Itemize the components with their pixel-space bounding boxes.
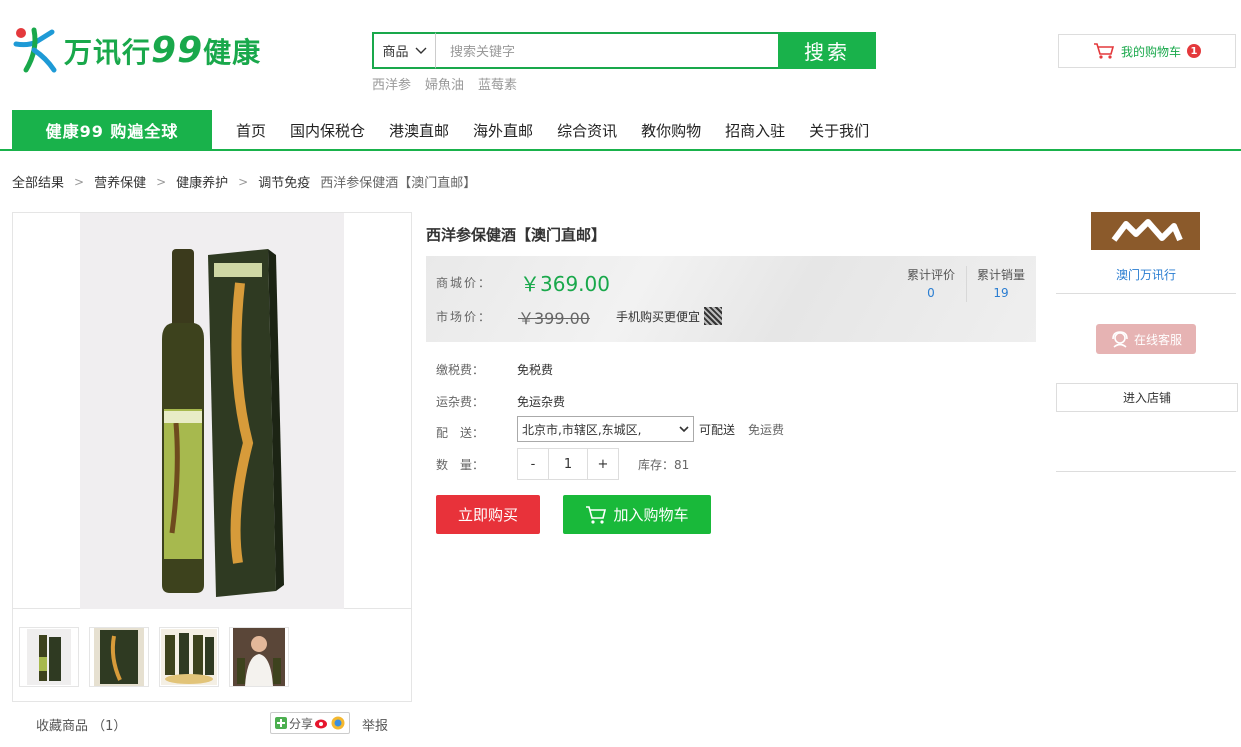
divider bbox=[1056, 293, 1236, 294]
online-service-button[interactable]: 在线客服 bbox=[1096, 324, 1196, 354]
main-nav: 健康99 购遍全球 首页 国内保税仓 港澳直邮 海外直邮 综合资讯 教你购物 招… bbox=[0, 110, 1241, 151]
shipping-value: 免运杂费 bbox=[517, 395, 566, 409]
price-panel: 商城价： ￥369.00 市场价： ￥399.00 手机购买更便宜 累计评价 0… bbox=[426, 256, 1036, 342]
stock-count: 库存：81 bbox=[638, 458, 690, 472]
breadcrumb-item[interactable]: 调节免疫 bbox=[258, 172, 310, 191]
delivery-fee: 免运费 bbox=[748, 423, 785, 437]
search-category-select[interactable]: 商品 bbox=[372, 32, 436, 69]
chevron-down-icon bbox=[415, 47, 426, 54]
site-logo[interactable]: 万讯行99健康 bbox=[12, 24, 261, 76]
chevron-down-icon bbox=[679, 425, 689, 432]
search-bar: 商品 搜索关键字 搜索 bbox=[372, 32, 876, 69]
divider bbox=[1056, 471, 1236, 472]
enter-shop-button[interactable]: 进入店铺 bbox=[1056, 383, 1238, 412]
quantity-stepper: - 1 + bbox=[517, 448, 619, 480]
my-cart-button[interactable]: 我的购物车 1 bbox=[1058, 34, 1236, 68]
hot-search-words: 西洋参 婦魚油 蓝莓素 bbox=[372, 74, 517, 93]
nav-link-overseas[interactable]: 海外直邮 bbox=[473, 120, 533, 141]
search-input[interactable]: 搜索关键字 bbox=[436, 32, 778, 69]
thumbnail[interactable] bbox=[89, 627, 149, 687]
search-button[interactable]: 搜索 bbox=[778, 32, 876, 69]
mobile-buy-tip[interactable]: 手机购买更便宜 bbox=[616, 307, 723, 325]
report-link[interactable]: 举报 bbox=[362, 715, 388, 734]
nav-slogan: 健康99 购遍全球 bbox=[12, 110, 212, 150]
cart-icon bbox=[1093, 43, 1115, 59]
breadcrumb-item[interactable]: 健康养护 bbox=[176, 172, 228, 191]
nav-link-news[interactable]: 综合资讯 bbox=[557, 120, 617, 141]
chevron-right-icon: > bbox=[238, 174, 249, 189]
nav-link-home[interactable]: 首页 bbox=[236, 120, 266, 141]
nav-link-about[interactable]: 关于我们 bbox=[809, 120, 869, 141]
nav-link-bonded[interactable]: 国内保税仓 bbox=[290, 120, 365, 141]
plus-icon bbox=[275, 717, 287, 729]
tax-label: 缴税费： bbox=[436, 363, 485, 377]
shop-name[interactable]: 澳门万讯行 bbox=[1056, 266, 1236, 283]
hot-word[interactable]: 婦魚油 bbox=[425, 74, 464, 93]
favorite-button[interactable]: 收藏商品 （1） bbox=[36, 715, 126, 734]
product-title: 西洋参保健酒【澳门直邮】 bbox=[426, 226, 607, 244]
hot-word[interactable]: 西洋参 bbox=[372, 74, 411, 93]
review-count[interactable]: 0 bbox=[896, 286, 966, 300]
delivery-label: 配 送： bbox=[436, 426, 485, 440]
quantity-decrease-button[interactable]: - bbox=[517, 448, 549, 480]
delivery-address-select[interactable]: 北京市,市辖区,东城区, bbox=[517, 416, 694, 442]
product-main-image[interactable] bbox=[13, 213, 411, 609]
quantity-input[interactable]: 1 bbox=[549, 448, 587, 480]
shop-logo[interactable] bbox=[1091, 212, 1200, 250]
nav-link-hk-macau[interactable]: 港澳直邮 bbox=[389, 120, 449, 141]
quantity-label: 数 量： bbox=[436, 458, 485, 472]
breadcrumb-current: 西洋参保健酒【澳门直邮】 bbox=[320, 176, 477, 191]
market-price-label: 市场价： bbox=[436, 310, 493, 324]
cart-icon bbox=[586, 505, 607, 524]
nav-link-guide[interactable]: 教你购物 bbox=[641, 120, 701, 141]
delivery-status: 可配送 bbox=[699, 423, 736, 437]
shipping-label: 运杂费： bbox=[436, 395, 485, 409]
buy-now-button[interactable]: 立即购买 bbox=[436, 495, 540, 534]
breadcrumb-item[interactable]: 全部结果 bbox=[12, 172, 64, 191]
shop-logo-mark bbox=[1111, 219, 1183, 242]
logo-text: 万讯行99健康 bbox=[64, 29, 262, 71]
nav-link-merchants[interactable]: 招商入驻 bbox=[725, 120, 785, 141]
product-gallery bbox=[12, 212, 412, 702]
tax-value: 免税费 bbox=[517, 363, 554, 377]
sales-count: 19 bbox=[993, 286, 1009, 300]
share-button[interactable]: 分享 bbox=[270, 712, 351, 734]
chevron-right-icon: > bbox=[156, 174, 167, 189]
quantity-increase-button[interactable]: + bbox=[587, 448, 619, 480]
gallery-actions: 收藏商品 （1） 分享 举报 bbox=[12, 712, 412, 736]
breadcrumb: 全部结果 > 营养保健 > 健康养护 > 调节免疫 西洋参保健酒【澳门直邮】 bbox=[12, 172, 477, 192]
thumbnail[interactable] bbox=[159, 627, 219, 687]
logo-figure-icon bbox=[12, 24, 60, 76]
cart-count-badge: 1 bbox=[1187, 44, 1201, 58]
cart-label: 我的购物车 bbox=[1120, 44, 1181, 59]
mall-price: ￥369.00 bbox=[520, 272, 610, 296]
customer-service-icon bbox=[1112, 331, 1128, 348]
market-price: ￥399.00 bbox=[518, 309, 590, 328]
price-label: 商城价： bbox=[436, 276, 493, 290]
sales-stat: 累计销量 19 bbox=[966, 266, 1036, 300]
hot-word[interactable]: 蓝莓素 bbox=[478, 74, 517, 93]
qzone-icon bbox=[331, 716, 345, 730]
weibo-icon bbox=[315, 719, 328, 729]
add-to-cart-button[interactable]: 加入购物车 bbox=[563, 495, 711, 534]
thumbnail-list bbox=[19, 627, 289, 687]
breadcrumb-item[interactable]: 营养保健 bbox=[94, 172, 146, 191]
chevron-right-icon: > bbox=[74, 174, 85, 189]
thumbnail[interactable] bbox=[229, 627, 289, 687]
qr-code-icon bbox=[704, 307, 723, 325]
review-stat: 累计评价 0 bbox=[896, 266, 966, 300]
thumbnail[interactable] bbox=[19, 627, 79, 687]
